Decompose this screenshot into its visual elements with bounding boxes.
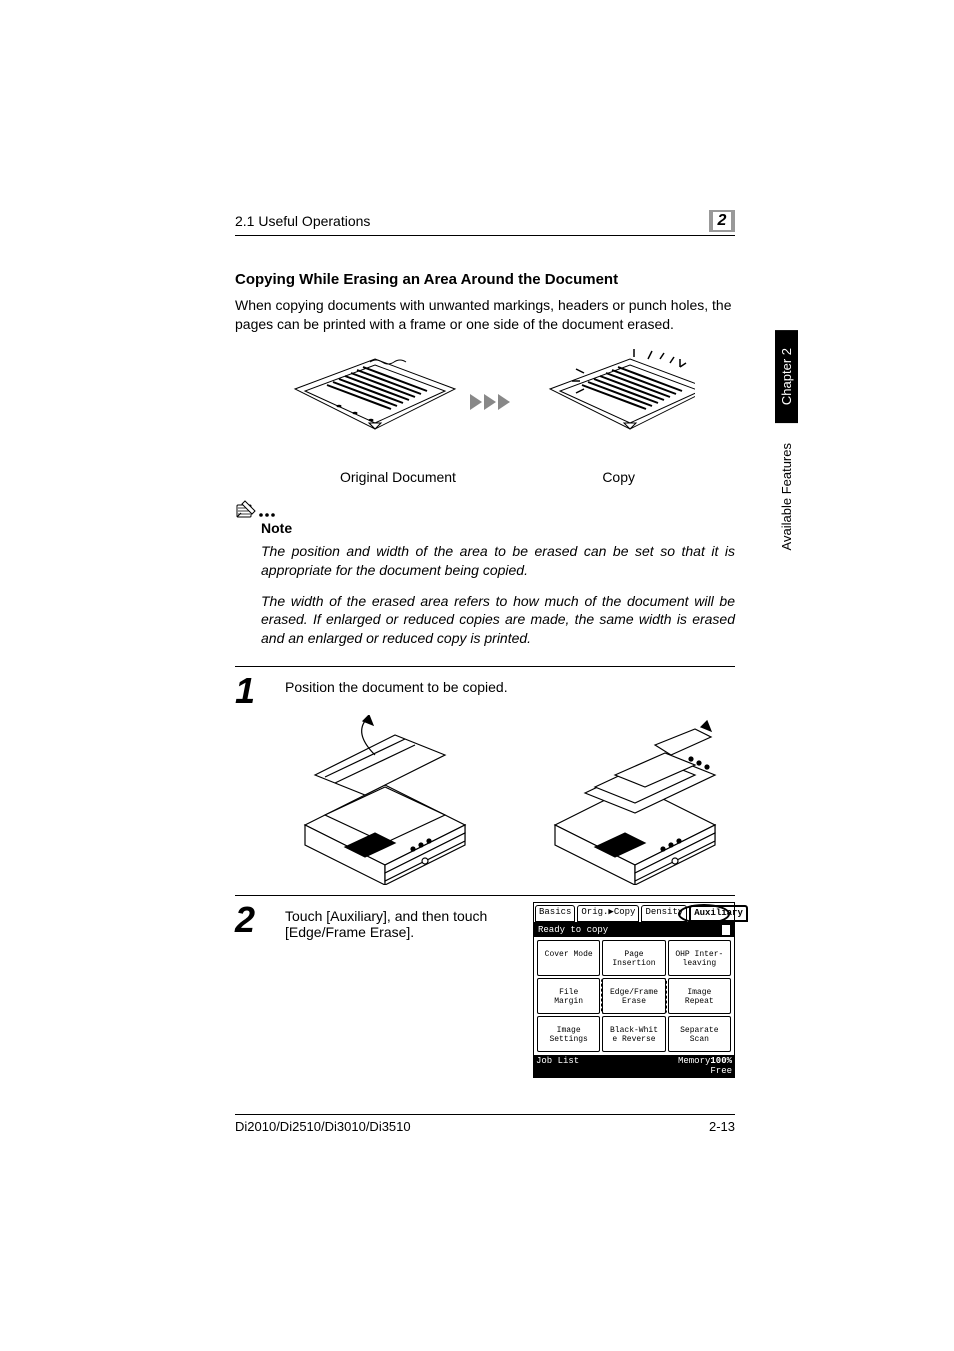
btn-file-margin[interactable]: File Margin [537,978,600,1014]
btn-image-repeat[interactable]: Image Repeat [668,978,731,1014]
footer-page: 2-13 [709,1119,735,1134]
memory-indicator: Memory100% Free [678,1056,732,1076]
btn-edge-frame-erase[interactable]: Edge/Frame Erase [602,978,665,1014]
btn-bw-reverse[interactable]: Black-Whit e Reverse [602,1016,665,1052]
caption-original: Original Document [340,469,456,485]
panel-status: Ready to copy [534,923,734,937]
panel-grid: Cover Mode Page Insertion OHP Inter- lea… [534,937,734,1055]
printer-adf-icon [535,715,735,885]
panel-bottom: Job List Memory100% Free [534,1055,734,1077]
footer-model: Di2010/Di2510/Di3010/Di3510 [235,1119,411,1134]
step-1-number: 1 [235,673,285,709]
running-header: 2.1 Useful Operations 2 [235,210,735,236]
printer-platen-icon [285,715,485,885]
erase-figure [275,349,695,459]
caption-copy: Copy [602,469,635,485]
chapter-number: 2 [713,212,731,230]
step-1: 1 Position the document to be copied. [235,673,735,709]
step-1-text: Position the document to be copied. [285,673,735,709]
page-footer: Di2010/Di2510/Di3010/Di3510 2-13 [235,1114,735,1134]
count-indicator-icon [722,925,730,935]
step-2-text: Touch [Auxiliary], and then touch [Edge/… [285,902,533,1078]
btn-separate-scan[interactable]: Separate Scan [668,1016,731,1052]
note-label: Note [261,520,735,536]
tab-density[interactable]: Density [641,905,687,922]
touch-panel: Basics Orig.▶Copy Density Auxiliary Read… [533,902,735,1078]
note-text-1: The position and width of the area to be… [261,542,735,580]
figure-captions: Original Document Copy [275,469,695,485]
tab-auxiliary[interactable]: Auxiliary [689,905,748,922]
step-2: 2 Touch [Auxiliary], and then touch [Edg… [235,902,735,1078]
panel-tabs: Basics Orig.▶Copy Density Auxiliary [534,903,734,923]
chapter-badge: 2 [709,210,735,232]
section-ref: 2.1 Useful Operations [235,213,370,229]
step-1-figures [285,715,735,885]
intro-paragraph: When copying documents with unwanted mar… [235,296,735,334]
section-title: Copying While Erasing an Area Around the… [235,271,735,288]
btn-image-settings[interactable]: Image Settings [537,1016,600,1052]
note-block: Note The position and width of the area … [235,499,735,648]
btn-cover-mode[interactable]: Cover Mode [537,940,600,976]
side-tab: Chapter 2 Available Features [774,330,799,640]
tab-orig-copy[interactable]: Orig.▶Copy [577,905,639,922]
section-name: Available Features [779,443,794,550]
btn-job-list[interactable]: Job List [536,1056,579,1076]
tab-basics[interactable]: Basics [535,905,575,922]
divider [235,895,735,896]
btn-page-insertion[interactable]: Page Insertion [602,940,665,976]
step-2-number: 2 [235,902,285,1078]
note-text-2: The width of the erased area refers to h… [261,592,735,649]
chapter-tab: Chapter 2 [775,330,798,423]
btn-ohp-interleaving[interactable]: OHP Inter- leaving [668,940,731,976]
panel-status-text: Ready to copy [538,925,608,935]
divider [235,666,735,667]
